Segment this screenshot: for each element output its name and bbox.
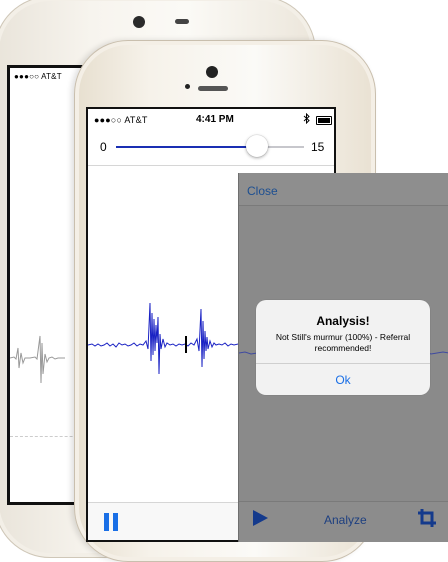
analysis-alert: Analysis! Not Still's murmur (100%) - Re… — [256, 300, 430, 395]
alert-message: Not Still's murmur (100%) - Referral rec… — [275, 332, 411, 353]
slider-min-label: 0 — [100, 140, 107, 154]
slider-max-label: 15 — [311, 140, 325, 154]
alert-title: Analysis! — [316, 314, 370, 328]
status-bar: ●●●○○ AT&T 4:41 PM — [88, 109, 334, 129]
play-icon[interactable] — [253, 510, 268, 526]
status-time: 4:41 PM — [196, 114, 234, 125]
duration-slider[interactable] — [116, 146, 304, 148]
back-waveform — [10, 335, 65, 384]
pause-icon[interactable] — [104, 513, 120, 531]
speaker-grille — [198, 86, 228, 91]
camera-icon — [206, 66, 218, 78]
battery-icon — [316, 116, 332, 125]
slider-fill — [116, 146, 257, 148]
camera-icon — [133, 16, 145, 28]
sensor-icon — [185, 84, 190, 89]
slider-thumb[interactable] — [246, 135, 268, 157]
overlay-nav-bar: Close — [239, 173, 448, 206]
bluetooth-icon — [303, 113, 310, 124]
back-status-carrier: ●●●○○ AT&T — [14, 72, 62, 81]
crop-icon[interactable] — [417, 508, 437, 528]
alert-ok-button[interactable]: Ok — [256, 373, 430, 387]
status-carrier: ●●●○○ AT&T — [94, 115, 148, 125]
speaker-grille — [175, 19, 189, 24]
close-button[interactable]: Close — [247, 184, 278, 198]
alert-divider — [256, 363, 430, 364]
overlay-toolbar: Analyze — [239, 501, 448, 542]
playhead-cursor — [185, 336, 187, 353]
analyze-button[interactable]: Analyze — [324, 513, 367, 527]
divider — [88, 165, 334, 166]
